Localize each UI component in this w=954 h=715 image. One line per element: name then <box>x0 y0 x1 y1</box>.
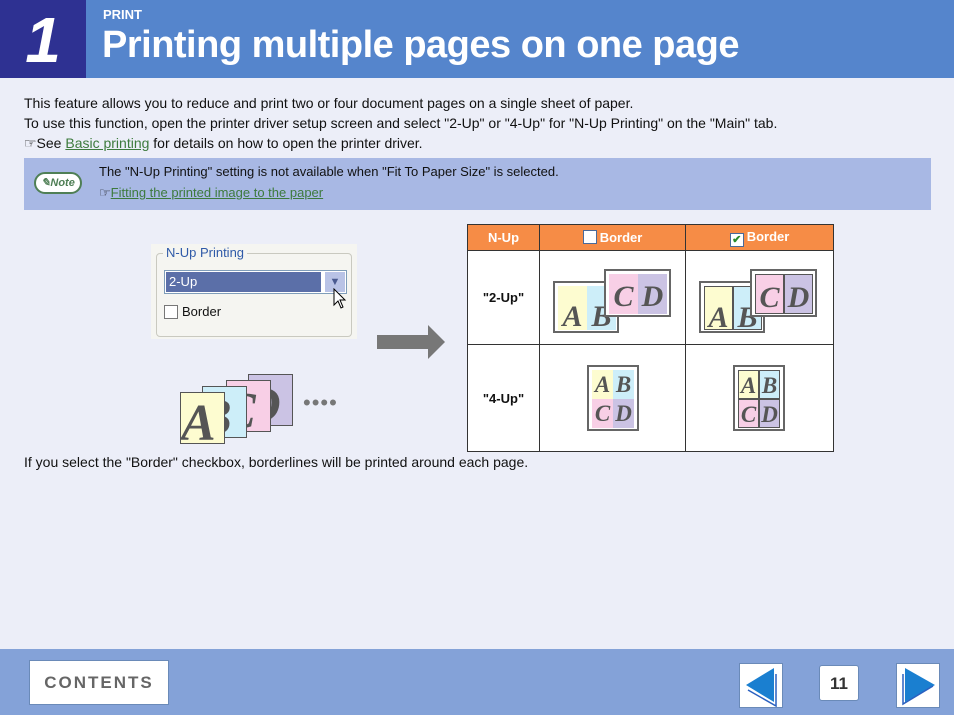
triangle-left-icon <box>746 668 777 708</box>
page-c: C <box>738 399 759 428</box>
page-c: C <box>755 274 784 314</box>
fitting-image-link[interactable]: Fitting the printed image to the paper <box>111 185 323 200</box>
see-suffix: for details on how to open the printer d… <box>149 135 423 151</box>
n-up-group <box>156 253 352 337</box>
4up-border-cell: ABCD <box>685 344 834 452</box>
page-d: D <box>638 274 667 314</box>
page-a: A <box>704 286 733 334</box>
note-box: ✎Note The "N-Up Printing" setting is not… <box>24 158 931 210</box>
basic-printing-link[interactable]: Basic printing <box>65 135 149 151</box>
n-up-dialog-snapshot: N-Up Printing 2-Up ▼ Border <box>151 244 357 339</box>
header-label: Border <box>746 228 790 244</box>
2up-border-cell: ABCD <box>685 250 834 345</box>
row-label-4up: "4-Up" <box>467 344 540 452</box>
page-a: A <box>180 392 225 444</box>
reference-icon: ☞ <box>99 185 111 200</box>
page-header: PRINT Printing multiple pages on one pag… <box>86 0 954 78</box>
sheet-cd: CD <box>604 269 671 317</box>
page-d: D <box>784 274 813 314</box>
page-number: 11 <box>819 665 859 701</box>
page-c: C <box>592 399 613 428</box>
page-c: C <box>609 274 638 314</box>
2up-sheets-illustration: ABCD <box>699 269 824 335</box>
see-prefix: ☞See <box>24 135 66 151</box>
note-reference: ☞Fitting the printed image to the paper <box>99 185 323 201</box>
4up-no-border-cell: ABCD <box>539 344 686 452</box>
note-text: The "N-Up Printing" setting is not avail… <box>99 164 559 179</box>
page-title: Printing multiple pages on one page <box>102 24 740 66</box>
intro-line-1: This feature allows you to reduce and pr… <box>24 95 634 111</box>
checked-box-icon: ✔ <box>729 232 744 247</box>
section-label: PRINT <box>103 7 142 22</box>
intro-line-2: To use this function, open the printer d… <box>24 115 778 131</box>
page-a: A <box>558 286 587 333</box>
next-page-button[interactable] <box>896 663 940 708</box>
2up-no-border-cell: ABCD <box>539 250 686 345</box>
page-a: A <box>592 370 613 399</box>
page-b: B <box>613 370 634 399</box>
header-border-off: Border <box>539 224 686 251</box>
page-b: B <box>759 370 780 399</box>
note-badge: ✎Note <box>34 172 82 194</box>
footer-bar: CONTENTS 11 <box>0 649 954 715</box>
ellipsis-dots: •••• <box>303 390 338 415</box>
arrow-right-icon <box>377 325 445 359</box>
previous-page-button[interactable] <box>739 663 783 708</box>
4up-sheet-illustration: ABCD <box>733 365 785 431</box>
header-border-on: ✔ Border <box>685 224 834 251</box>
see-reference: ☞See Basic printing for details on how t… <box>24 133 423 153</box>
border-checkbox-label: Border <box>182 304 222 319</box>
border-checkbox[interactable] <box>164 305 178 319</box>
4up-sheet-illustration: ABCD <box>587 365 639 431</box>
page-d: D <box>613 399 634 428</box>
n-up-comparison-table: N-Up Border ✔ Border "2-Up" ABCD ABCD "4-… <box>467 224 834 452</box>
page-a: A <box>738 370 759 399</box>
page-d: D <box>759 399 780 428</box>
triangle-right-icon <box>902 668 935 706</box>
n-up-group-label: N-Up Printing <box>163 245 248 260</box>
unchecked-box-icon <box>582 230 597 244</box>
border-explanation: If you select the "Border" checkbox, bor… <box>24 454 529 470</box>
2up-sheets-illustration: ABCD <box>553 269 678 335</box>
n-up-selected-value: 2-Up <box>166 272 321 292</box>
header-n-up: N-Up <box>467 224 540 251</box>
header-label: Border <box>599 230 643 245</box>
mouse-cursor-icon <box>333 288 347 309</box>
contents-button[interactable]: CONTENTS <box>29 660 169 705</box>
sheet-cd: CD <box>750 269 817 317</box>
n-up-select[interactable]: 2-Up ▼ <box>164 270 347 294</box>
row-label-2up: "2-Up" <box>467 250 540 345</box>
chapter-number: 1 <box>0 0 86 78</box>
